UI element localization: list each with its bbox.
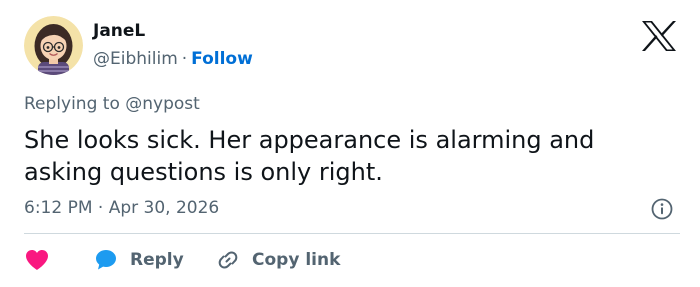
link-icon bbox=[218, 251, 238, 269]
follow-button[interactable]: Follow bbox=[191, 49, 253, 69]
heart-icon bbox=[26, 250, 48, 270]
user-handle[interactable]: @Eibhilim bbox=[93, 49, 178, 69]
replying-prefix: Replying to bbox=[24, 94, 120, 114]
divider bbox=[24, 233, 680, 234]
avatar[interactable] bbox=[24, 16, 83, 75]
copy-link-label: Copy link bbox=[252, 250, 341, 270]
display-name[interactable]: JaneL bbox=[93, 20, 145, 42]
tweet-timestamp[interactable]: 6:12 PM · Apr 30, 2026 bbox=[24, 197, 219, 219]
reply-button[interactable]: Reply bbox=[94, 246, 184, 274]
info-icon[interactable] bbox=[651, 198, 673, 220]
replying-to: Replying to @nypost bbox=[24, 93, 200, 115]
avatar-image bbox=[24, 16, 83, 75]
handle-row: @Eibhilim · Follow bbox=[93, 48, 253, 70]
reply-mention-link[interactable]: @nypost bbox=[125, 94, 200, 114]
x-logo-icon[interactable] bbox=[640, 20, 678, 52]
reply-label: Reply bbox=[130, 250, 184, 270]
like-button[interactable] bbox=[24, 246, 50, 274]
tweet-text: She looks sick. Her appearance is alarmi… bbox=[24, 126, 595, 186]
separator-dot: · bbox=[181, 49, 188, 69]
speech-bubble-icon bbox=[96, 250, 116, 270]
copy-link-button[interactable]: Copy link bbox=[216, 246, 340, 274]
